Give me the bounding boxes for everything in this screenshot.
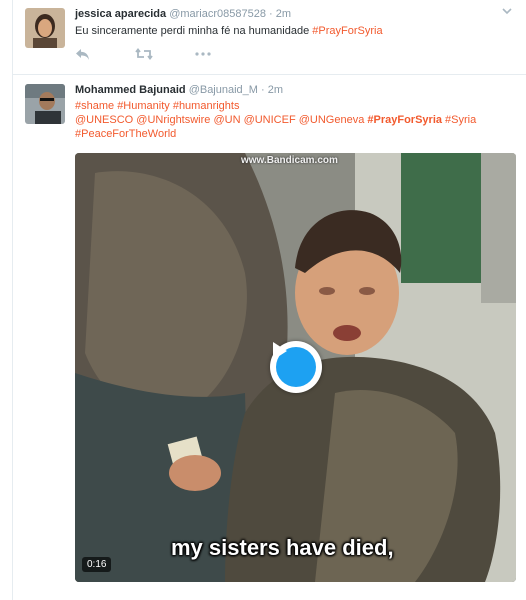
play-icon[interactable] — [273, 342, 316, 387]
hashtag-link[interactable]: #Syria — [442, 114, 476, 126]
fullname[interactable]: jessica aparecida — [75, 8, 166, 20]
timestamp[interactable]: 2m — [268, 84, 283, 96]
tweet-jessica[interactable]: jessica aparecida @mariacr08587528 · 2m … — [12, 0, 526, 75]
hashtag-line[interactable]: #PeaceForTheWorld — [75, 127, 525, 141]
hashtag-link[interactable]: #PrayForSyria — [367, 114, 442, 126]
separator: · — [269, 8, 273, 20]
tweet-header: jessica aparecida @mariacr08587528 · 2m — [75, 8, 291, 20]
mentions-links[interactable]: @UNESCO @UNrightswire @UN @UNICEF @UNGen… — [75, 114, 367, 126]
username[interactable]: @mariacr08587528 — [169, 8, 266, 20]
hashtag-line[interactable]: #shame #Humanity #humanrights — [75, 99, 525, 113]
username[interactable]: @Bajunaid_M — [189, 84, 258, 96]
tweet-text: #shame #Humanity #humanrights @UNESCO @U… — [75, 99, 525, 141]
video-duration: 0:16 — [82, 557, 112, 572]
more-icon[interactable] — [195, 46, 255, 62]
hashtag-link[interactable]: #PrayForSyria — [312, 25, 382, 37]
mentions-line: @UNESCO @UNrightswire @UN @UNICEF @UNGen… — [75, 113, 525, 127]
chevron-down-icon[interactable] — [502, 6, 512, 18]
tweet-header: Mohammed Bajunaid @Bajunaid_M · 2m — [75, 84, 283, 96]
tweet-text-body: Eu sinceramente perdi minha fé na humani… — [75, 25, 313, 37]
timestamp[interactable]: 2m — [276, 8, 291, 20]
watermark-text: www.Bandicam.com — [241, 155, 338, 166]
play-button[interactable] — [270, 341, 322, 393]
tweet-actions — [75, 46, 255, 62]
reply-icon[interactable] — [75, 46, 135, 62]
video-subtitle: my sisters have died, — [171, 535, 394, 560]
tweet-mohammed[interactable]: Mohammed Bajunaid @Bajunaid_M · 2m #sham… — [12, 75, 526, 600]
avatar[interactable] — [25, 8, 65, 48]
separator: · — [261, 84, 265, 96]
retweet-icon[interactable] — [135, 46, 195, 62]
tweet-text: Eu sinceramente perdi minha fé na humani… — [75, 24, 525, 38]
fullname[interactable]: Mohammed Bajunaid — [75, 84, 186, 96]
video-player[interactable]: www.Bandicam.com my sisters have died, 0… — [75, 153, 516, 582]
avatar[interactable] — [25, 84, 65, 124]
